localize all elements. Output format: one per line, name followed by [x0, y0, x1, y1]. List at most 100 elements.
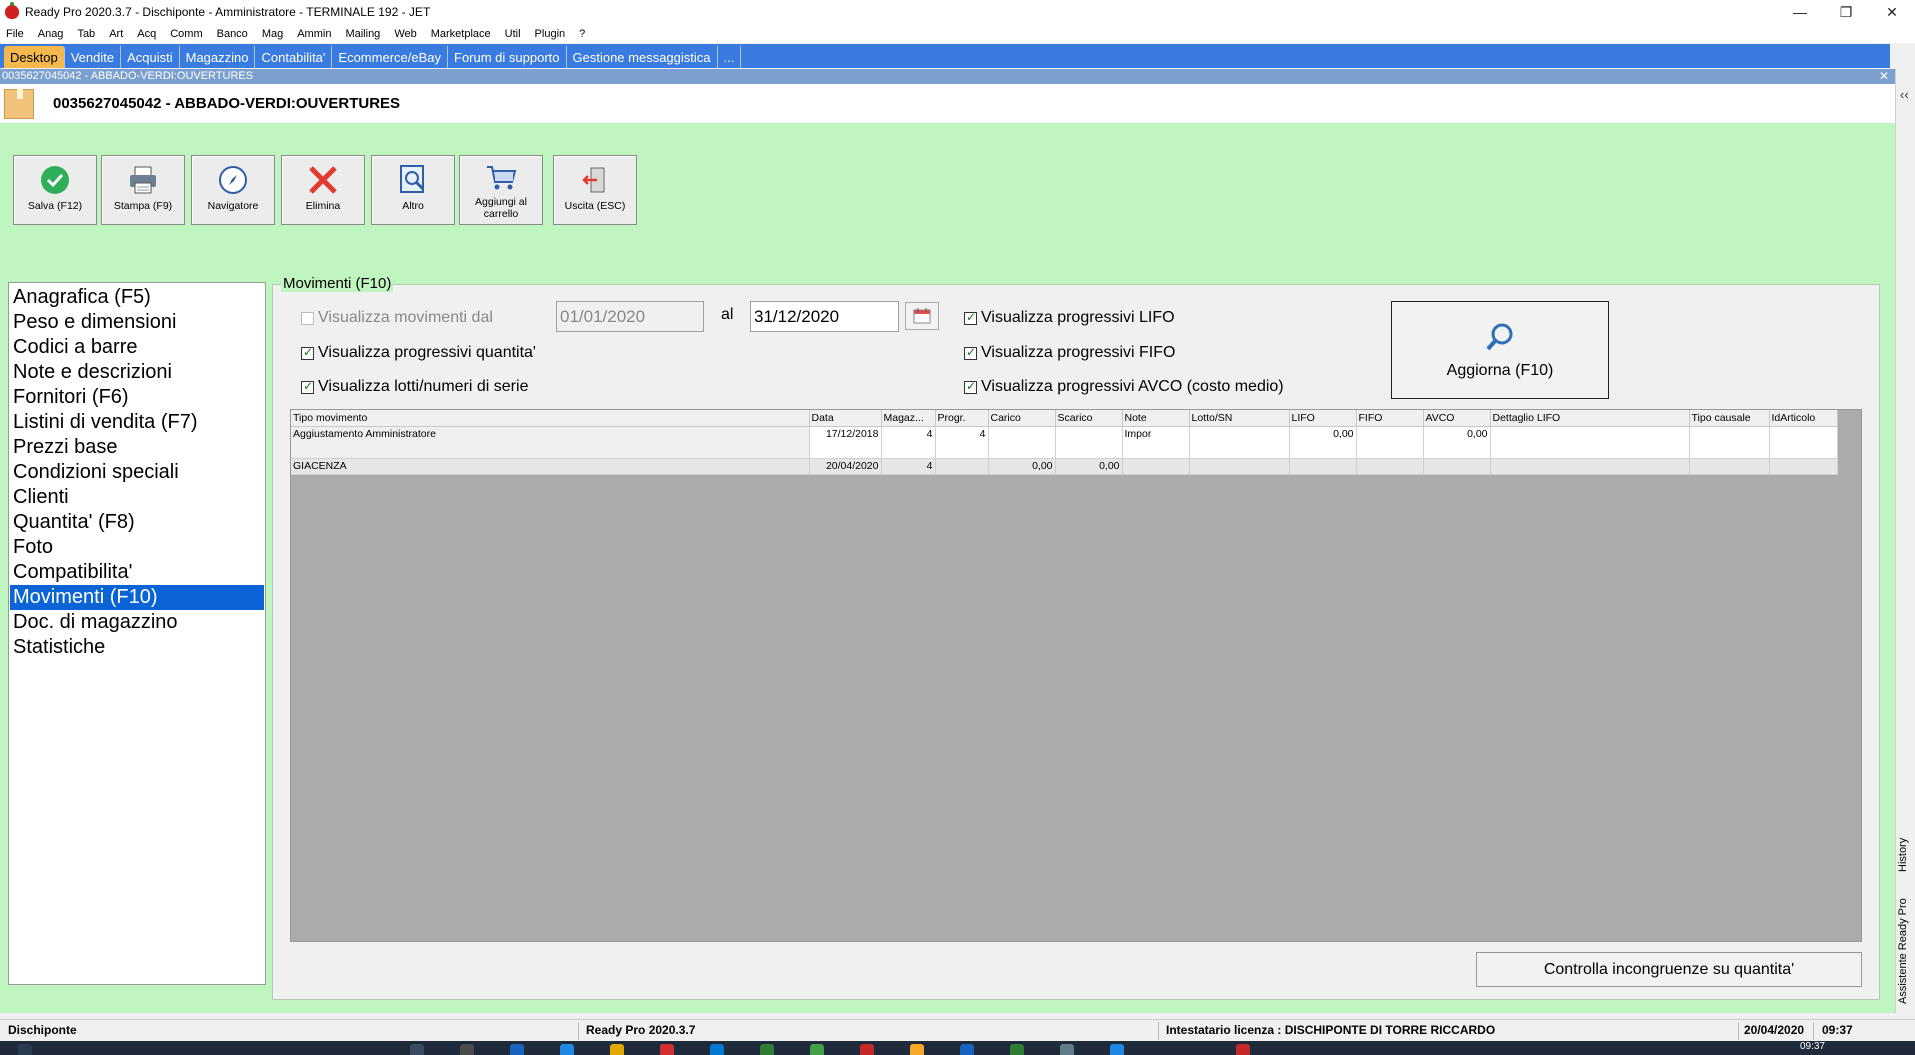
cell-progr[interactable]: 4 [935, 426, 989, 459]
taskbar-app-icon[interactable] [410, 1044, 424, 1055]
col-progr[interactable]: Progr. [935, 410, 989, 427]
tab-desktop[interactable]: Desktop [4, 46, 65, 68]
col-tipo-causale[interactable]: Tipo causale [1689, 410, 1770, 427]
chk-avco[interactable]: Visualizza progressivi AVCO (costo medio… [964, 378, 1284, 396]
chk-fifo[interactable]: Visualizza progressivi FIFO [964, 344, 1175, 362]
taskbar-app-icon[interactable] [510, 1044, 524, 1055]
cell-scarico[interactable]: 0,00 [1055, 458, 1123, 475]
nav-movimenti[interactable]: Movimenti (F10) [10, 585, 264, 610]
restore-button[interactable]: ❐ [1823, 0, 1869, 24]
taskbar-app-icon[interactable] [860, 1044, 874, 1055]
cell-fifo[interactable] [1356, 426, 1424, 459]
nav-prezzi[interactable]: Prezzi base [10, 435, 264, 460]
cell-carico[interactable]: 0,00 [988, 458, 1056, 475]
add-to-cart-button[interactable]: Aggiungi al carrello [459, 155, 543, 225]
tab-magazzino[interactable]: Magazzino [180, 46, 256, 68]
chk-lotti-box[interactable] [301, 379, 314, 394]
menu-help[interactable]: ? [579, 28, 585, 40]
cell-carico[interactable] [988, 426, 1056, 459]
cell-tipo[interactable]: GIACENZA [291, 458, 810, 475]
cell-fifo[interactable] [1356, 458, 1424, 475]
nav-note[interactable]: Note e descrizioni [10, 360, 264, 385]
chk-progressivi-quantita[interactable]: Visualizza progressivi quantita' [301, 344, 536, 362]
col-fifo[interactable]: FIFO [1356, 410, 1424, 427]
taskbar-app-icon[interactable] [1236, 1044, 1250, 1055]
menu-banco[interactable]: Banco [217, 28, 248, 40]
nav-listini[interactable]: Listini di vendita (F7) [10, 410, 264, 435]
menu-file[interactable]: File [6, 28, 24, 40]
cell-lotto[interactable] [1189, 426, 1290, 459]
table-row[interactable]: GIACENZA 20/04/2020 4 0,00 0,00 [291, 458, 1838, 475]
print-button[interactable]: Stampa (F9) [101, 155, 185, 225]
tab-vendite[interactable]: Vendite [65, 46, 122, 68]
taskbar-app-icon[interactable] [460, 1044, 474, 1055]
start-icon[interactable] [18, 1044, 32, 1055]
tab-ecommerce[interactable]: Ecommerce/eBay [332, 46, 448, 68]
delete-button[interactable]: Elimina [281, 155, 365, 225]
table-row[interactable]: Aggiustamento Amministratore 17/12/2018 … [291, 426, 1838, 459]
nav-peso[interactable]: Peso e dimensioni [10, 310, 264, 335]
navigator-button[interactable]: Navigatore [191, 155, 275, 225]
nav-fornitori[interactable]: Fornitori (F6) [10, 385, 264, 410]
chk-avco-box[interactable] [964, 379, 977, 394]
taskbar-app-icon[interactable] [710, 1044, 724, 1055]
col-data[interactable]: Data [809, 410, 882, 427]
cell-lifo[interactable]: 0,00 [1289, 426, 1357, 459]
calendar-button[interactable] [905, 302, 939, 330]
taskbar-app-icon[interactable] [610, 1044, 624, 1055]
taskbar-app-icon[interactable] [960, 1044, 974, 1055]
col-lotto-sn[interactable]: Lotto/SN [1189, 410, 1290, 427]
cell-causale[interactable] [1689, 426, 1770, 459]
cell-lifo[interactable] [1289, 458, 1357, 475]
taskbar-app-icon[interactable] [560, 1044, 574, 1055]
menu-comm[interactable]: Comm [170, 28, 202, 40]
date-from-field[interactable]: 01/01/2020 [556, 301, 704, 332]
nav-compatibilita[interactable]: Compatibilita' [10, 560, 264, 585]
menu-marketplace[interactable]: Marketplace [431, 28, 491, 40]
col-idarticolo[interactable]: IdArticolo [1769, 410, 1838, 427]
chk-progressivi-quantita-box[interactable] [301, 345, 314, 360]
menu-mailing[interactable]: Mailing [345, 28, 380, 40]
taskbar-app-icon[interactable] [760, 1044, 774, 1055]
taskbar-app-icon[interactable] [660, 1044, 674, 1055]
cell-causale[interactable] [1689, 458, 1770, 475]
menu-util[interactable]: Util [505, 28, 521, 40]
exit-button[interactable]: Uscita (ESC) [553, 155, 637, 225]
minimize-button[interactable]: — [1777, 0, 1823, 24]
chk-movimenti-dal[interactable]: Visualizza movimenti dal [301, 309, 493, 327]
taskbar-app-icon[interactable] [1010, 1044, 1024, 1055]
controlla-incongruenze-button[interactable]: Controlla incongruenze su quantita' [1476, 952, 1862, 987]
taskbar-app-icon[interactable] [1060, 1044, 1074, 1055]
taskbar-app-icon[interactable] [1110, 1044, 1124, 1055]
cell-data[interactable]: 20/04/2020 [809, 458, 882, 475]
nav-statistiche[interactable]: Statistiche [10, 635, 264, 660]
nav-foto[interactable]: Foto [10, 535, 264, 560]
col-tipo-movimento[interactable]: Tipo movimento [291, 410, 810, 427]
chk-fifo-box[interactable] [964, 345, 977, 360]
aggiorna-button[interactable]: Aggiorna (F10) [1391, 301, 1609, 399]
chk-lifo[interactable]: Visualizza progressivi LIFO [964, 309, 1175, 327]
col-lifo[interactable]: LIFO [1289, 410, 1357, 427]
cell-idarticolo[interactable] [1769, 458, 1838, 475]
tab-forum[interactable]: Forum di supporto [448, 46, 567, 68]
cell-note[interactable] [1122, 458, 1190, 475]
cell-data[interactable]: 17/12/2018 [809, 426, 882, 459]
cell-tipo[interactable]: Aggiustamento Amministratore [291, 426, 810, 459]
menu-art[interactable]: Art [109, 28, 123, 40]
menu-acq[interactable]: Acq [137, 28, 156, 40]
col-dettaglio-lifo[interactable]: Dettaglio LIFO [1490, 410, 1690, 427]
cell-magazzino[interactable]: 4 [881, 426, 936, 459]
cell-note[interactable]: Impor [1122, 426, 1190, 459]
chk-lifo-box[interactable] [964, 310, 977, 325]
cell-dettaglio[interactable] [1490, 426, 1690, 459]
menu-anag[interactable]: Anag [38, 28, 64, 40]
tab-more[interactable]: ... [718, 46, 742, 68]
cell-scarico[interactable] [1055, 426, 1123, 459]
cell-dettaglio[interactable] [1490, 458, 1690, 475]
menu-tab[interactable]: Tab [77, 28, 95, 40]
nav-anagrafica[interactable]: Anagrafica (F5) [10, 285, 264, 310]
menu-plugin[interactable]: Plugin [535, 28, 566, 40]
tab-acquisti[interactable]: Acquisti [121, 46, 180, 68]
chk-lotti[interactable]: Visualizza lotti/numeri di serie [301, 378, 528, 396]
nav-condizioni[interactable]: Condizioni speciali [10, 460, 264, 485]
